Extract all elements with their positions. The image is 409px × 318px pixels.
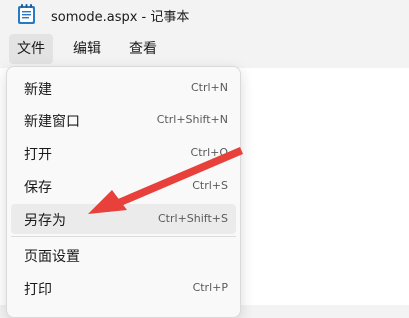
menu-item-shortcut: Ctrl+P: [192, 281, 228, 294]
menu-item-label: 打印: [24, 282, 52, 298]
menu-item-shortcut: Ctrl+Shift+N: [156, 113, 228, 126]
title-bar: somode.aspx - 记事本: [0, 0, 409, 28]
menu-item-label: 新建窗口: [24, 114, 80, 130]
menu-item-label: 新建: [24, 82, 52, 98]
menu-item-open[interactable]: 打开 Ctrl+O: [11, 138, 236, 168]
menu-edit[interactable]: 编辑: [65, 34, 109, 64]
menu-view[interactable]: 查看: [121, 34, 165, 64]
menu-item-shortcut: Ctrl+N: [190, 81, 228, 94]
menu-separator: [11, 236, 236, 237]
menu-item-label: 打开: [24, 147, 52, 163]
menu-item-print[interactable]: 打印 Ctrl+P: [11, 273, 236, 303]
menu-item-shortcut: Ctrl+Shift+S: [158, 212, 228, 225]
menu-item-label: 页面设置: [24, 249, 80, 265]
menu-item-shortcut: Ctrl+S: [192, 179, 228, 192]
menu-item-shortcut: Ctrl+O: [190, 146, 228, 159]
menu-item-save[interactable]: 保存 Ctrl+S: [11, 171, 236, 201]
menu-item-label: 另存为: [24, 213, 66, 229]
menu-file[interactable]: 文件: [9, 34, 53, 64]
file-menu-dropdown: 新建 Ctrl+N 新建窗口 Ctrl+Shift+N 打开 Ctrl+O 保存…: [6, 66, 241, 318]
menu-bar: 文件 编辑 查看: [0, 32, 409, 66]
menu-item-page-setup[interactable]: 页面设置: [11, 240, 236, 270]
menu-item-label: 保存: [24, 180, 52, 196]
notepad-icon: [18, 4, 35, 24]
menu-item-save-as[interactable]: 另存为 Ctrl+Shift+S: [11, 204, 236, 234]
window-title: somode.aspx - 记事本: [51, 10, 190, 25]
menu-item-new[interactable]: 新建 Ctrl+N: [11, 73, 236, 103]
menu-item-new-window[interactable]: 新建窗口 Ctrl+Shift+N: [11, 105, 236, 135]
